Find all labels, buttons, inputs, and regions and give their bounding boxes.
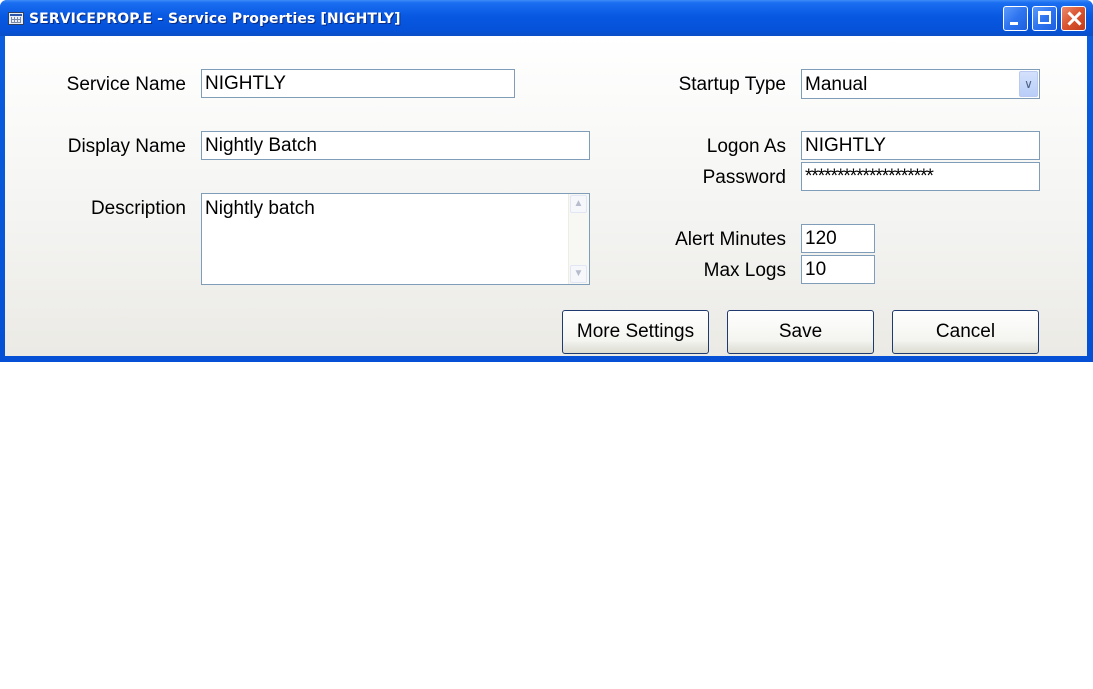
password-field[interactable]: ******************** bbox=[801, 162, 1040, 191]
service-properties-window: SERVICEPROP.E - Service Properties [NIGH… bbox=[0, 0, 1093, 362]
more-settings-button[interactable]: More Settings bbox=[562, 310, 709, 354]
startup-type-value: Manual bbox=[805, 74, 868, 95]
title-bar[interactable]: SERVICEPROP.E - Service Properties [NIGH… bbox=[0, 0, 1093, 36]
save-button[interactable]: Save bbox=[727, 310, 874, 354]
description-textarea[interactable]: Nightly batch ▲ ▼ bbox=[201, 193, 590, 285]
display-name-label: Display Name bbox=[67, 136, 186, 157]
service-name-field[interactable]: NIGHTLY bbox=[201, 69, 515, 98]
description-label: Description bbox=[90, 198, 186, 219]
scroll-up-icon[interactable]: ▲ bbox=[570, 195, 587, 213]
close-icon[interactable] bbox=[1061, 6, 1086, 31]
logon-as-label: Logon As bbox=[706, 136, 786, 157]
max-logs-field[interactable]: 10 bbox=[801, 255, 875, 284]
description-text: Nightly batch bbox=[205, 198, 315, 219]
startup-type-label: Startup Type bbox=[678, 74, 786, 95]
startup-type-select[interactable]: Manual ∨ bbox=[801, 69, 1040, 99]
cancel-button[interactable]: Cancel bbox=[892, 310, 1039, 354]
app-grid-icon[interactable] bbox=[8, 12, 24, 25]
chevron-down-icon[interactable]: ∨ bbox=[1019, 71, 1038, 97]
maximize-icon[interactable] bbox=[1032, 6, 1057, 31]
minimize-icon[interactable] bbox=[1003, 6, 1028, 31]
dialog-body: Service Name NIGHTLY Display Name Nightl… bbox=[5, 36, 1087, 356]
scroll-down-icon[interactable]: ▼ bbox=[570, 265, 587, 283]
logon-as-field[interactable]: NIGHTLY bbox=[801, 131, 1040, 160]
description-scrollbar[interactable]: ▲ ▼ bbox=[568, 194, 589, 284]
alert-minutes-label: Alert Minutes bbox=[675, 229, 786, 250]
service-name-label: Service Name bbox=[66, 74, 186, 95]
alert-minutes-field[interactable]: 120 bbox=[801, 224, 875, 253]
display-name-field[interactable]: Nightly Batch bbox=[201, 131, 590, 160]
password-label: Password bbox=[702, 167, 786, 188]
max-logs-label: Max Logs bbox=[703, 260, 786, 281]
window-title: SERVICEPROP.E - Service Properties [NIGH… bbox=[29, 11, 401, 27]
